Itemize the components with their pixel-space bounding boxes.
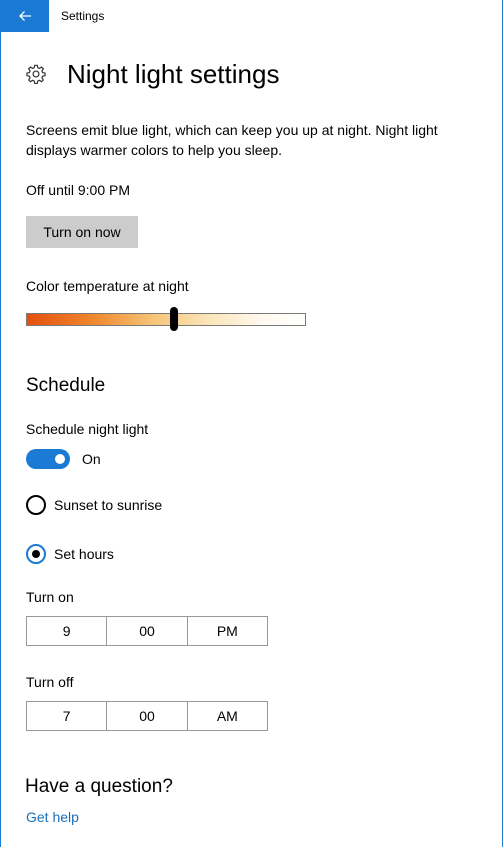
turn-on-period[interactable]: PM [186, 617, 267, 645]
radio-button[interactable] [26, 495, 46, 515]
turn-off-minute[interactable]: 00 [106, 702, 186, 730]
window-title: Settings [61, 9, 105, 23]
schedule-toggle[interactable] [26, 449, 70, 469]
turn-off-label: Turn off [26, 674, 74, 690]
toggle-knob [55, 454, 65, 464]
turn-off-period[interactable]: AM [186, 702, 267, 730]
description-text: Screens emit blue light, which can keep … [26, 122, 438, 158]
back-button[interactable] [1, 0, 49, 32]
turn-on-now-button[interactable]: Turn on now [26, 216, 138, 248]
page-title: Night light settings [67, 59, 280, 89]
radio-label: Set hours [54, 546, 114, 562]
toggle-state-label: On [82, 451, 101, 467]
turn-on-time-picker[interactable]: 9 00 PM [26, 616, 268, 646]
back-arrow-icon [19, 11, 31, 21]
schedule-night-light-label: Schedule night light [26, 421, 149, 437]
turn-on-label: Turn on [26, 589, 74, 605]
color-temperature-label: Color temperature at night [26, 278, 189, 294]
title-bar: Settings [1, 0, 502, 32]
help-heading: Have a question? [25, 776, 173, 797]
color-temperature-slider[interactable] [26, 313, 306, 326]
schedule-heading: Schedule [26, 375, 106, 396]
settings-window: Settings Night light settings Screens em… [0, 0, 503, 847]
gear-icon [26, 64, 46, 85]
get-help-link[interactable]: Get help [26, 809, 79, 825]
turn-on-hour[interactable]: 9 [27, 617, 106, 645]
turn-off-time-picker[interactable]: 7 00 AM [26, 701, 268, 731]
color-temperature-slider-thumb[interactable] [170, 307, 179, 331]
radio-sunset-to-sunrise[interactable]: Sunset to sunrise [26, 495, 162, 515]
radio-set-hours[interactable]: Set hours [26, 544, 114, 564]
turn-on-minute[interactable]: 00 [106, 617, 186, 645]
radio-button-selected[interactable] [26, 544, 46, 564]
status-text: Off until 9:00 PM [26, 182, 131, 198]
turn-off-hour[interactable]: 7 [27, 702, 106, 730]
radio-label: Sunset to sunrise [54, 497, 163, 513]
page-header: Night light settings [25, 56, 279, 92]
